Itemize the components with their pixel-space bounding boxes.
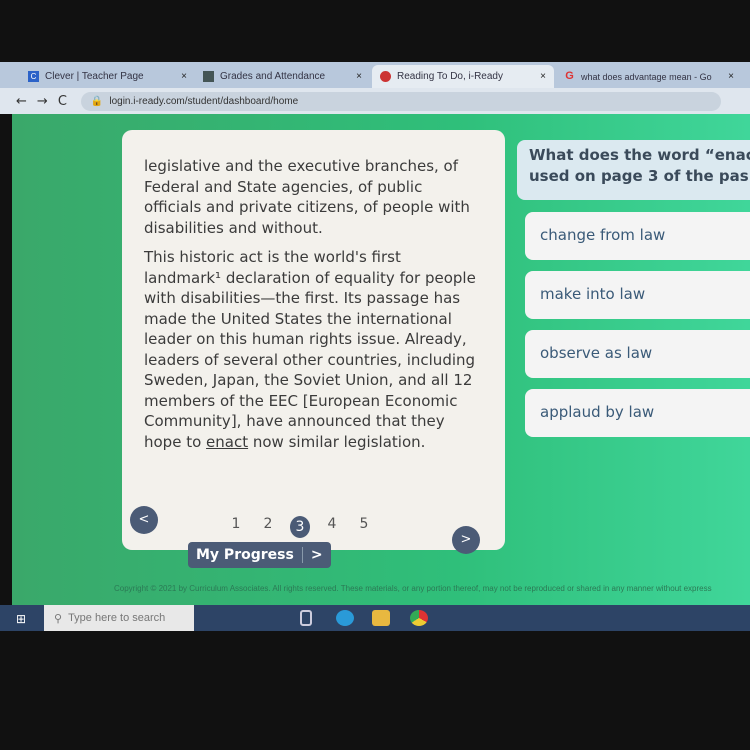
address-bar: ← → C 🔒 login.i-ready.com/student/dashboa… — [0, 88, 750, 114]
my-progress-label: My Progress — [196, 547, 294, 563]
answer-option[interactable]: applaud by law — [525, 389, 750, 437]
back-icon[interactable]: ← — [16, 94, 27, 109]
prev-page-button[interactable]: < — [130, 506, 158, 534]
forward-icon[interactable]: → — [37, 94, 48, 109]
page-1[interactable]: 1 — [226, 516, 246, 538]
tab-bar: C Clever | Teacher Page × Grades and Atten… — [0, 62, 750, 88]
close-icon[interactable]: × — [181, 71, 187, 82]
iready-icon — [380, 71, 391, 82]
windows-icon[interactable]: ⊞ — [16, 612, 26, 626]
answer-option[interactable]: observe as law — [525, 330, 750, 378]
tab-grades[interactable]: Grades and Attendance × — [195, 65, 370, 88]
tab-google[interactable]: Gwhat does advantage mean - Go × — [556, 65, 742, 88]
page-numbers: 1 2 3 4 5 — [226, 516, 374, 538]
tab-title: Clever | Teacher Page — [45, 71, 144, 82]
paragraph: This historic act is the world's first l… — [144, 247, 479, 452]
page-5[interactable]: 5 — [354, 516, 374, 538]
page-4[interactable]: 4 — [322, 516, 342, 538]
tab-title: what does advantage mean - Go — [581, 71, 712, 82]
page-3[interactable]: 3 — [290, 516, 310, 538]
answer-option[interactable]: change from law — [525, 212, 750, 260]
search-icon: ⚲ — [54, 612, 63, 625]
url-input[interactable]: 🔒 login.i-ready.com/student/dashboard/hom… — [80, 91, 721, 111]
file-explorer-icon[interactable] — [372, 610, 390, 626]
question-prompt: What does the word “enac used on page 3 … — [517, 140, 750, 200]
edge-icon[interactable] — [336, 610, 354, 626]
lock-icon: 🔒 — [90, 95, 104, 107]
paragraph-text: This historic act is the world's first l… — [144, 248, 476, 451]
tab-title: Grades and Attendance — [220, 71, 326, 82]
main-content: legislative and the executive branches, … — [12, 114, 750, 605]
tab-clever[interactable]: C Clever | Teacher Page × — [20, 65, 195, 88]
reload-icon[interactable]: C — [58, 94, 67, 109]
taskbar: ⊞ ⚲ Type here to search — [0, 605, 750, 631]
close-icon[interactable]: × — [356, 71, 362, 82]
chrome-icon[interactable] — [410, 610, 428, 626]
next-page-button[interactable]: > — [452, 526, 480, 554]
grades-icon — [203, 71, 214, 82]
copyright: Copyright © 2021 by Curriculum Associate… — [114, 584, 712, 593]
close-icon[interactable]: × — [540, 71, 546, 82]
tab-iready[interactable]: Reading To Do, i-Ready × — [372, 65, 554, 88]
paragraph-text: now similar legislation. — [248, 432, 426, 451]
taskbar-search[interactable]: ⚲ Type here to search — [44, 605, 194, 631]
passage-card: legislative and the executive branches, … — [122, 130, 505, 554]
google-icon: G — [565, 70, 574, 82]
my-progress-button[interactable]: My Progress > — [188, 542, 331, 568]
answer-option[interactable]: make into law — [525, 271, 750, 319]
clever-icon: C — [28, 71, 39, 82]
question-line: used on page 3 of the pas — [529, 167, 749, 185]
url-text: login.i-ready.com/student/dashboard/home — [109, 95, 299, 107]
search-placeholder: Type here to search — [68, 612, 166, 624]
close-icon[interactable]: × — [728, 71, 734, 82]
question-line: What does the word “enac — [529, 146, 750, 164]
passage-text: legislative and the executive branches, … — [144, 156, 479, 461]
enact-link[interactable]: enact — [206, 433, 248, 451]
chevron-right-icon[interactable]: > — [301, 547, 331, 563]
tab-title: Reading To Do, i-Ready — [397, 71, 503, 82]
paragraph: legislative and the executive branches, … — [144, 157, 470, 237]
page-2[interactable]: 2 — [258, 516, 278, 538]
task-view-icon[interactable] — [300, 610, 312, 626]
